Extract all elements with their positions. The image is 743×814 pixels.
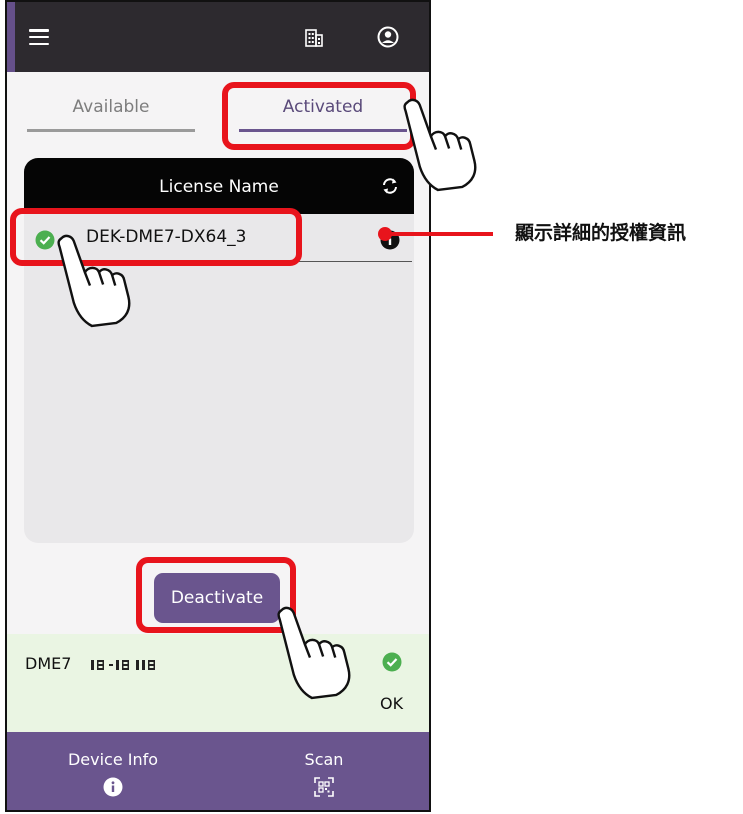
app-bar-accent [7, 2, 15, 72]
bottom-navigation: Device Info Scan [7, 732, 429, 810]
nav-device-info[interactable]: Device Info [43, 750, 183, 797]
masked-serial-number [91, 660, 155, 670]
device-model: DME7 [25, 654, 72, 673]
device-status-text: OK [380, 694, 404, 713]
status-check-icon [382, 652, 402, 672]
account-circle-icon[interactable] [377, 26, 399, 48]
device-status-bar: DME7 OK [7, 634, 429, 732]
building-icon[interactable] [305, 29, 323, 47]
tap-hand-icon [57, 234, 131, 328]
app-bar [7, 2, 429, 72]
tap-hand-icon [403, 98, 477, 192]
license-list-header: License Name [24, 158, 414, 214]
tap-hand-icon [277, 606, 351, 700]
callout-activated-tab [222, 82, 416, 150]
annotation-text: 顯示詳細的授權資訊 [515, 222, 687, 244]
nav-scan-label: Scan [304, 750, 344, 769]
tab-available-label: Available [72, 97, 150, 117]
qr-scan-icon [314, 777, 334, 797]
tab-available-underline [27, 129, 195, 132]
annotation-leader-line [383, 232, 493, 236]
tab-available[interactable]: Available [27, 88, 195, 134]
license-name-column-header: License Name [159, 177, 279, 197]
nav-scan[interactable]: Scan [254, 750, 394, 797]
nav-device-info-label: Device Info [67, 750, 159, 769]
hamburger-menu-icon[interactable] [29, 29, 49, 46]
info-icon [103, 777, 123, 797]
